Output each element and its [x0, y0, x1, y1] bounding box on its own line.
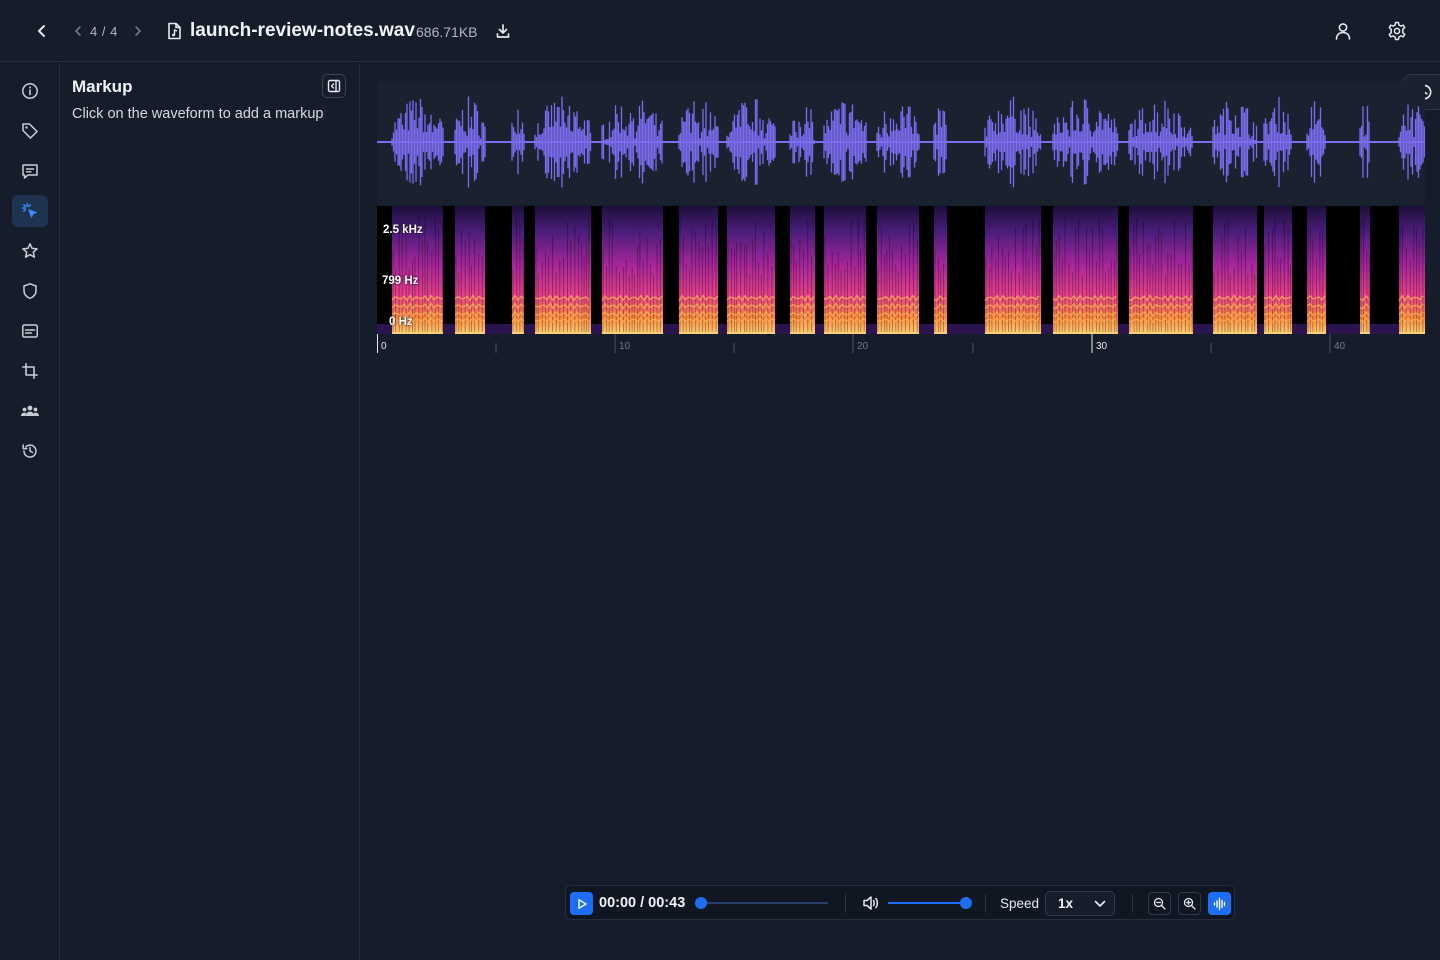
- zoom-in-button[interactable]: [1178, 892, 1201, 915]
- zoom-out-icon: [1153, 897, 1166, 910]
- waveform-icon: [1213, 897, 1225, 910]
- back-button[interactable]: [30, 19, 54, 43]
- user-icon: [1335, 23, 1351, 40]
- settings-button[interactable]: [1385, 19, 1409, 43]
- waveform-view-toggle[interactable]: [1208, 892, 1231, 915]
- divider: [1132, 894, 1133, 913]
- chevron-left-icon: [38, 25, 45, 37]
- sidebar-item-comments[interactable]: [12, 155, 48, 187]
- markup-hint: Click on the waveform to add a markup: [72, 106, 324, 122]
- seek-track[interactable]: [701, 902, 828, 904]
- ruler-label-20: 20: [857, 341, 869, 352]
- speed-select[interactable]: 1x: [1045, 891, 1115, 916]
- sidebar-item-transcript[interactable]: [12, 315, 48, 347]
- playback-time: 00:00 / 00:43: [599, 895, 686, 911]
- waveform[interactable]: [377, 81, 1426, 205]
- ruler-label-10: 10: [619, 341, 631, 352]
- file-size: 686.71KB: [416, 24, 478, 40]
- history-icon: [22, 444, 37, 458]
- next-file-button[interactable]: [130, 22, 146, 40]
- play-icon: [577, 898, 587, 909]
- volume-track[interactable]: [888, 902, 966, 904]
- left-rail: [0, 63, 60, 960]
- spectrogram[interactable]: 2.5 kHz 799 Hz 0 Hz: [377, 206, 1425, 334]
- ruler-ticks: [377, 334, 1331, 353]
- chevron-down-icon: [1094, 900, 1106, 907]
- panel-collapse-icon: [327, 79, 341, 93]
- star-icon: [22, 243, 38, 258]
- top-bar: 4 / 4 launch-review-notes.wav 686.71KB: [0, 0, 1440, 62]
- ruler-label-0: 0: [381, 341, 387, 352]
- mute-button[interactable]: [861, 893, 881, 913]
- audio-player-bar: 00:00 / 00:43 Speed 1x: [565, 885, 1235, 920]
- panel-title: Markup: [72, 77, 133, 96]
- app-root: 4 / 4 launch-review-notes.wav 686.71KB M…: [0, 0, 1440, 960]
- main-area: 2.5 kHz 799 Hz 0 Hz 0 10 20 30 40: [361, 63, 1440, 960]
- sidebar-item-info[interactable]: [12, 75, 48, 107]
- previous-file-button[interactable]: [70, 22, 86, 40]
- ruler-label-40: 40: [1334, 341, 1346, 352]
- crop-icon: [22, 363, 38, 379]
- chevron-left-icon: [75, 26, 81, 36]
- divider: [845, 894, 846, 913]
- seek-handle[interactable]: [695, 897, 707, 909]
- shield-icon: [23, 283, 37, 300]
- zoom-out-button[interactable]: [1148, 892, 1171, 915]
- sidebar-item-history[interactable]: [12, 435, 48, 467]
- spectrogram-graphic: [377, 206, 1425, 334]
- speed-value: 1x: [1058, 896, 1074, 911]
- volume-icon: [863, 896, 879, 910]
- sidebar-item-collaborators[interactable]: [12, 395, 48, 427]
- user-button[interactable]: [1331, 19, 1355, 43]
- tag-icon: [22, 123, 38, 139]
- sidebar-item-markup[interactable]: [12, 195, 48, 227]
- spectrogram-label-low: 0 Hz: [389, 316, 413, 328]
- audio-file-icon: [164, 21, 184, 41]
- spectrogram-label-high: 2.5 kHz: [383, 224, 423, 236]
- pager-indicator: 4 / 4: [90, 23, 118, 39]
- ruler-label-30: 30: [1096, 341, 1108, 352]
- file-name: launch-review-notes.wav: [190, 20, 415, 41]
- chevron-right-icon: [135, 26, 141, 36]
- sidebar-item-crop[interactable]: [12, 355, 48, 387]
- info-icon: [22, 83, 38, 99]
- divider: [985, 894, 986, 913]
- sidebar-item-favorites[interactable]: [12, 235, 48, 267]
- gear-icon: [1388, 21, 1406, 41]
- markup-cursor-icon: [21, 202, 37, 218]
- spectrogram-segment: [455, 206, 485, 334]
- download-icon: [496, 24, 510, 38]
- waveform-envelope: [391, 96, 1426, 188]
- timeline-ruler[interactable]: 0 10 20 30 40: [377, 334, 1425, 358]
- spectrogram-label-mid: 799 Hz: [382, 275, 419, 287]
- markup-panel: Markup Click on the waveform to add a ma…: [60, 63, 360, 960]
- sidebar-item-security[interactable]: [12, 275, 48, 307]
- users-icon: [21, 405, 39, 416]
- download-button[interactable]: [492, 20, 514, 42]
- subtitles-icon: [22, 324, 38, 338]
- comment-icon: [22, 164, 38, 179]
- zoom-in-icon: [1183, 897, 1196, 910]
- play-button[interactable]: [570, 892, 593, 915]
- sidebar-item-tags[interactable]: [12, 115, 48, 147]
- waveform-graphic: [377, 96, 1426, 188]
- volume-handle[interactable]: [960, 897, 972, 909]
- speed-label: Speed: [1000, 895, 1040, 911]
- collapse-panel-button[interactable]: [322, 74, 346, 98]
